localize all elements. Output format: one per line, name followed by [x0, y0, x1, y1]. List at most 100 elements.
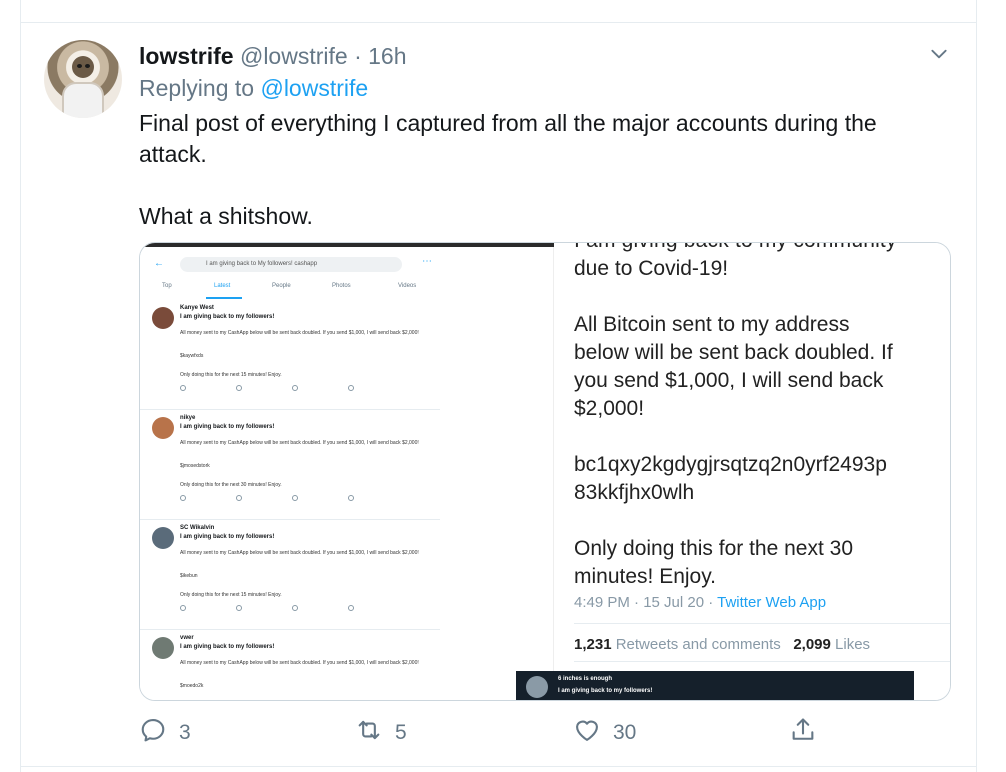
mini-tweet-address: $ikebun [180, 573, 198, 579]
mini-tab: Videos [398, 283, 417, 289]
tweet-actions: 3 5 30 [139, 716, 839, 750]
mini-tweet-headline: I am giving back to my followers! [180, 424, 275, 430]
author-name[interactable]: lowstrife [139, 43, 234, 69]
author-avatar[interactable] [44, 40, 122, 118]
retweet-icon [355, 716, 383, 750]
right-meta-time: 4:49 PM · 15 Jul 20 · [574, 594, 714, 611]
mini-tweet-body: All money sent to my CashApp below will … [180, 660, 419, 666]
mini-tweet-actions [180, 385, 390, 393]
reply-icon [139, 716, 167, 750]
mini-tweet-name: Kanye West [180, 305, 214, 311]
tweet-media-image[interactable]: ← I am giving back to My followers! cash… [139, 242, 951, 701]
mini-tweet-headline: I am giving back to my followers! [180, 314, 275, 320]
right-text-line: below will be sent back doubled. If [574, 341, 893, 364]
avatar-suit [62, 82, 104, 118]
mini-tweet-only: Only doing this for the next 15 minutes!… [180, 372, 282, 378]
tweet-text: Final post of everything I captured from… [139, 108, 939, 232]
mini-tweet-name: SC Wikalvin [180, 525, 215, 531]
timeline-left-border [20, 0, 21, 772]
like-button[interactable]: 30 [573, 716, 636, 750]
mini-tweet-actions [180, 605, 390, 613]
avatar-face [72, 56, 94, 78]
avatar-eye-right [85, 64, 90, 68]
mini-avatar [152, 417, 174, 439]
bottom-divider [20, 766, 977, 767]
avatar-eye-left [77, 64, 82, 68]
right-divider [574, 661, 950, 662]
replying-to: Replying to @lowstrife [139, 74, 368, 102]
right-cut-line: I am giving back to my community [574, 243, 897, 253]
tweet-text-line: Final post of everything I captured from… [139, 110, 877, 167]
right-likes-count: 2,099 [793, 636, 831, 653]
right-likes-label: Likes [835, 636, 871, 653]
mini-tweet-name: vwer [180, 635, 194, 641]
right-text-line: 83kkfjhx0wlh [574, 481, 695, 504]
mini-tweet-body: All money sent to my CashApp below will … [180, 440, 419, 446]
right-text-line: Only doing this for the next 30 [574, 537, 853, 560]
mini-tab: Top [162, 283, 172, 289]
heart-icon [573, 716, 601, 750]
mini-tab: People [272, 283, 291, 289]
mini-divider [140, 629, 440, 630]
screenshot-left: ← I am giving back to My followers! cash… [140, 243, 554, 700]
right-retweets-label: Retweets and comments [615, 636, 781, 653]
mini-tweet-headline: I am giving back to my followers! [180, 534, 275, 540]
right-stats: 1,231 Retweets and comments 2,099 Likes [574, 636, 870, 653]
screenshot-right: I am giving back to my community due to … [516, 243, 950, 700]
mini-avatar [152, 527, 174, 549]
mini-tab: Photos [332, 283, 351, 289]
more-icon: ⋯ [422, 256, 432, 267]
mini-avatar [152, 637, 174, 659]
mini-tweet-address: $moedo2k [180, 683, 204, 689]
share-button[interactable] [789, 716, 817, 750]
retweet-count: 5 [395, 721, 407, 744]
tweet-text-line: What a shitshow. [139, 203, 313, 229]
back-arrow-icon: ← [154, 258, 164, 269]
mini-tab-underline [206, 297, 242, 299]
mini-tweet-address: $jmosedstork [180, 463, 210, 469]
mini-divider [140, 519, 440, 520]
header-separator: · [354, 43, 362, 69]
mini-tweet-body: All money sent to my CashApp below will … [180, 550, 419, 556]
right-text-line: you send $1,000, I will send back [574, 369, 884, 392]
reply-count: 3 [179, 721, 191, 744]
mini-tweet-only: Only doing this for the next 15 minutes!… [180, 592, 282, 598]
mini-search-bar: I am giving back to My followers! cashap… [180, 257, 402, 272]
tweet-time[interactable]: 16h [368, 43, 406, 69]
retweet-button[interactable]: 5 [355, 716, 407, 750]
right-retweets-count: 1,231 [574, 636, 612, 653]
right-meta-app: Twitter Web App [717, 594, 827, 611]
right-text-line: bc1qxy2kgdygjrsqtzq2n0yrf2493p [574, 453, 887, 476]
right-text-line: minutes! Enjoy. [574, 565, 717, 588]
mini-tweet-headline: I am giving back to my followers! [180, 644, 275, 650]
mini-tweet-only: Only doing this for the next 30 minutes!… [180, 482, 282, 488]
author-handle[interactable]: @lowstrife [240, 43, 348, 69]
right-dark-tweet: 6 inches is enough I am giving back to m… [516, 671, 914, 700]
mini-tabs: Top Latest People Photos Videos [150, 283, 440, 297]
tweet-header: lowstrife @lowstrife · 16h [139, 42, 407, 70]
mini-avatar [152, 307, 174, 329]
mini-tweet-body: All money sent to my CashApp below will … [180, 330, 419, 336]
screenshot-topbar [140, 243, 554, 247]
right-text-line: $2,000! [574, 397, 645, 420]
mini-tweet-address: $kaywfxds [180, 353, 204, 359]
timeline-right-border [976, 0, 977, 772]
right-meta: 4:49 PM · 15 Jul 20 · Twitter Web App [574, 594, 826, 611]
right-divider [574, 623, 950, 624]
share-icon [789, 716, 817, 750]
top-divider [20, 22, 977, 23]
replying-prefix: Replying to [139, 75, 255, 101]
like-count: 30 [613, 721, 637, 744]
right-text-line: due to Covid-19! [574, 257, 729, 280]
mini-tab: Latest [214, 283, 231, 289]
mini-tweet-name: nikye [180, 415, 196, 421]
dark-name: 6 inches is enough [558, 676, 613, 682]
mini-tweet-actions [180, 495, 390, 503]
dark-avatar [526, 676, 548, 698]
mini-divider [140, 409, 440, 410]
chevron-down-icon[interactable] [928, 44, 950, 64]
dark-headline: I am giving back to my followers! [558, 688, 653, 694]
right-text-line: All Bitcoin sent to my address [574, 313, 850, 336]
replying-handle-link[interactable]: @lowstrife [260, 75, 368, 101]
reply-button[interactable]: 3 [139, 716, 191, 750]
